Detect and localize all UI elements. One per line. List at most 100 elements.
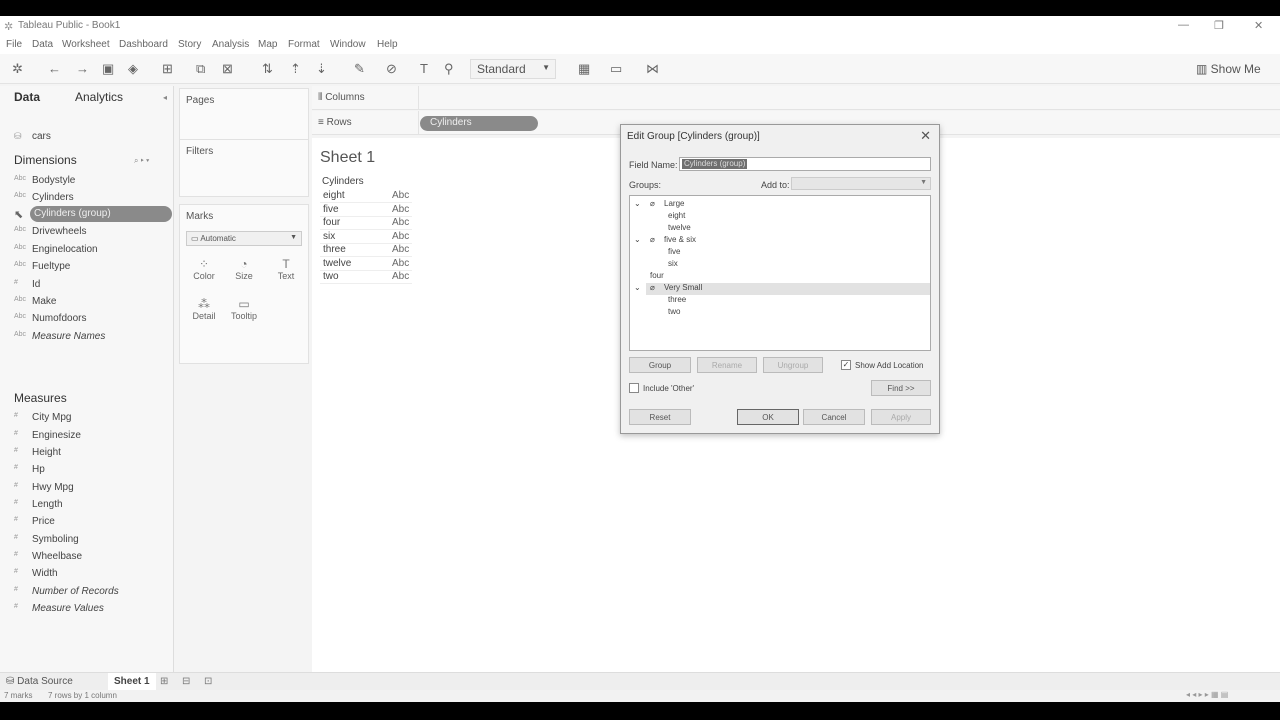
- sort-desc-icon[interactable]: ⇣: [316, 61, 327, 77]
- clear-sheet-icon[interactable]: ⊠: [222, 61, 233, 77]
- search-icon[interactable]: ⌕ ▸ ▾: [134, 156, 149, 166]
- measure-item[interactable]: # City Mpg: [12, 410, 170, 426]
- measure-item[interactable]: # Length: [12, 497, 170, 513]
- measure-item[interactable]: # Hp: [12, 462, 170, 478]
- group-icon[interactable]: ⊘: [386, 61, 397, 77]
- new-story-icon[interactable]: ⊡: [204, 676, 212, 687]
- close-icon[interactable]: ✕: [1254, 19, 1263, 32]
- find-button[interactable]: Find >>: [871, 380, 931, 396]
- dimension-item[interactable]: Abc Measure Names: [12, 329, 170, 345]
- tree-item[interactable]: four: [650, 271, 664, 283]
- dimension-item[interactable]: Abc Drivewheels: [12, 224, 170, 240]
- menu-data[interactable]: Data: [32, 39, 53, 50]
- tableau-icon[interactable]: ✲: [12, 61, 23, 77]
- duplicate-sheet-icon[interactable]: ⧉: [196, 61, 205, 77]
- maximize-icon[interactable]: ❐: [1214, 19, 1224, 32]
- menu-analysis[interactable]: Analysis: [212, 39, 249, 50]
- tree-item[interactable]: six: [668, 259, 678, 271]
- ungroup-button[interactable]: Ungroup: [763, 357, 823, 373]
- tooltip-button[interactable]: ▭ Tooltip: [226, 293, 262, 327]
- menu-story[interactable]: Story: [178, 39, 201, 50]
- menu-help[interactable]: Help: [377, 39, 398, 50]
- tab-analytics[interactable]: Analytics: [75, 90, 123, 104]
- sheet-title[interactable]: Sheet 1: [320, 149, 375, 167]
- text-button[interactable]: T Text: [268, 253, 304, 287]
- redo-icon[interactable]: →: [76, 61, 89, 76]
- dimension-item[interactable]: Abc Bodystyle: [12, 173, 170, 189]
- chevron-down-icon[interactable]: ⌄: [634, 199, 641, 211]
- menu-worksheet[interactable]: Worksheet: [62, 39, 110, 50]
- include-other-checkbox[interactable]: [629, 383, 639, 393]
- measure-item[interactable]: # Price: [12, 514, 170, 530]
- color-button[interactable]: ⁘ Color: [186, 253, 222, 287]
- measure-item[interactable]: # Wheelbase: [12, 549, 170, 565]
- minimize-icon[interactable]: —: [1178, 19, 1189, 31]
- tree-item[interactable]: five: [668, 247, 680, 259]
- table-row[interactable]: eight Abc: [320, 190, 412, 203]
- labels-icon[interactable]: T: [420, 61, 428, 76]
- tree-group-five-six[interactable]: five & six: [664, 235, 696, 247]
- menu-dashboard[interactable]: Dashboard: [119, 39, 168, 50]
- reset-button[interactable]: Reset: [629, 409, 691, 425]
- table-row[interactable]: three Abc: [320, 244, 412, 257]
- tab-data[interactable]: Data: [14, 90, 40, 104]
- add-to-select[interactable]: ▼: [791, 177, 931, 190]
- measure-item[interactable]: # Number of Records: [12, 584, 170, 600]
- sort-asc-icon[interactable]: ⇡: [290, 61, 301, 77]
- table-header[interactable]: Cylinders: [322, 176, 412, 187]
- close-icon[interactable]: ✕: [920, 128, 931, 144]
- sheet-nav-icon[interactable]: ◂ ◂ ▸ ▸ ▦ ▤: [1186, 690, 1228, 699]
- fit-select[interactable]: Standard ▼: [470, 59, 556, 79]
- new-worksheet-icon[interactable]: ⊞: [160, 676, 168, 687]
- measure-item[interactable]: # Hwy Mpg: [12, 480, 170, 496]
- swap-icon[interactable]: ⇅: [262, 61, 273, 77]
- dimension-item[interactable]: Abc Numofdoors: [12, 311, 170, 327]
- measure-item[interactable]: # Enginesize: [12, 428, 170, 444]
- new-dashboard-icon[interactable]: ⊟: [182, 676, 190, 687]
- menu-format[interactable]: Format: [288, 39, 320, 50]
- presentation-icon[interactable]: ▭: [610, 61, 622, 77]
- tree-group-large[interactable]: Large: [664, 199, 684, 211]
- mark-type-select[interactable]: ▭ Automatic ▼: [186, 231, 302, 246]
- measure-item[interactable]: # Symboling: [12, 532, 170, 548]
- table-row[interactable]: two Abc: [320, 271, 412, 284]
- show-add-location-checkbox[interactable]: ✓: [841, 360, 851, 370]
- dimension-item[interactable]: Abc Enginelocation: [12, 242, 170, 258]
- share-icon[interactable]: ⋈: [646, 61, 659, 77]
- measure-item[interactable]: # Width: [12, 566, 170, 582]
- tree-item[interactable]: twelve: [668, 223, 691, 235]
- save-icon[interactable]: ▣: [102, 61, 114, 77]
- rows-pill-cylinders[interactable]: Cylinders: [420, 116, 538, 131]
- data-source-tab[interactable]: ⛁ Data Source: [6, 676, 73, 687]
- cancel-button[interactable]: Cancel: [803, 409, 865, 425]
- rename-button[interactable]: Rename: [697, 357, 757, 373]
- tree-item[interactable]: three: [668, 295, 686, 307]
- measure-item[interactable]: # Measure Values: [12, 601, 170, 617]
- table-row[interactable]: six Abc: [320, 231, 412, 244]
- pane-collapse-icon[interactable]: ◂: [163, 93, 167, 102]
- field-name-input[interactable]: Cylinders (group): [679, 157, 931, 171]
- columns-drop-zone[interactable]: [418, 86, 1280, 110]
- filters-card[interactable]: Filters: [179, 139, 309, 197]
- pin-icon[interactable]: ⚲: [444, 61, 454, 77]
- table-row[interactable]: twelve Abc: [320, 258, 412, 271]
- group-button[interactable]: Group: [629, 357, 691, 373]
- dimension-item[interactable]: Abc Make: [12, 294, 170, 310]
- apply-button[interactable]: Apply: [871, 409, 931, 425]
- dimension-item[interactable]: Abc Cylinders: [12, 190, 170, 206]
- detail-button[interactable]: ⁂ Detail: [186, 293, 222, 327]
- dimension-item[interactable]: # Id: [12, 277, 170, 293]
- groups-tree[interactable]: ⌄ ⌀ Large eight twelve ⌄ ⌀ five & six fi…: [629, 195, 931, 351]
- dimension-item-selected[interactable]: Cylinders (group): [30, 206, 172, 222]
- chevron-down-icon[interactable]: ⌄: [634, 283, 641, 295]
- ok-button[interactable]: OK: [737, 409, 799, 425]
- tree-item[interactable]: two: [668, 307, 680, 319]
- fix-axes-icon[interactable]: ▦: [578, 61, 590, 77]
- menu-map[interactable]: Map: [258, 39, 277, 50]
- table-row[interactable]: four Abc: [320, 217, 412, 230]
- new-datasource-icon[interactable]: ◈: [128, 61, 138, 77]
- highlight-icon[interactable]: ✎: [354, 61, 365, 77]
- tree-group-very-small-row[interactable]: ⌀ Very Small: [646, 283, 930, 295]
- dimension-item[interactable]: Abc Fueltype: [12, 259, 170, 275]
- sheet1-tab[interactable]: Sheet 1: [108, 673, 156, 690]
